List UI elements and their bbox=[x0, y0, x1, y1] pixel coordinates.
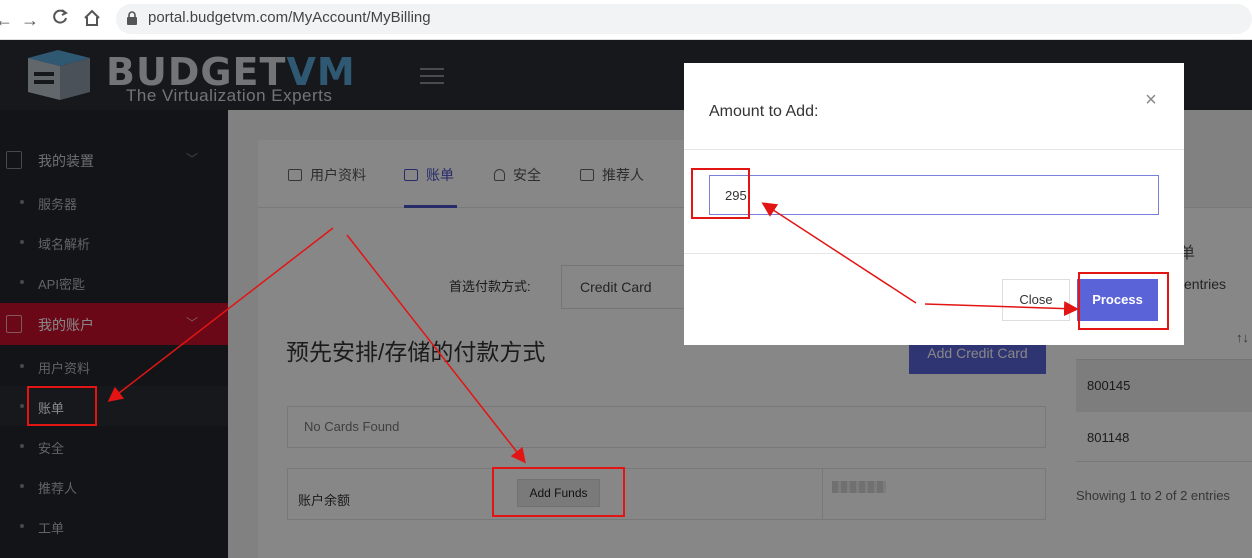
back-icon[interactable]: ← bbox=[0, 8, 16, 32]
close-icon[interactable]: × bbox=[1142, 90, 1160, 110]
modal-title: Amount to Add: bbox=[709, 103, 819, 120]
home-icon[interactable] bbox=[80, 8, 104, 32]
reload-icon[interactable] bbox=[48, 8, 72, 32]
lock-icon bbox=[126, 10, 138, 26]
amount-input[interactable] bbox=[709, 175, 1159, 215]
divider bbox=[684, 253, 1184, 254]
close-button[interactable]: Close bbox=[1002, 279, 1070, 321]
url-text: portal.budgetvm.com/MyAccount/MyBilling bbox=[148, 9, 431, 26]
forward-icon[interactable]: → bbox=[18, 8, 42, 32]
divider bbox=[684, 149, 1184, 150]
process-button[interactable]: Process bbox=[1077, 279, 1158, 321]
